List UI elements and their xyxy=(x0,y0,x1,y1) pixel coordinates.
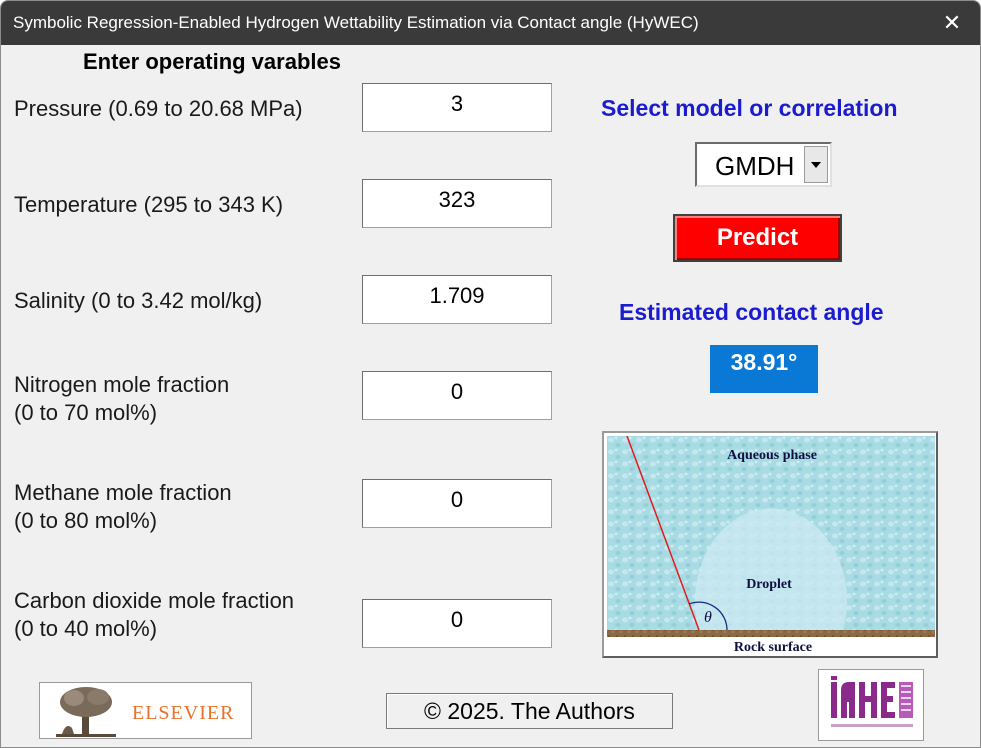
elsevier-logo: ELSEVIER xyxy=(39,682,252,739)
nitrogen-label: Nitrogen mole fraction (0 to 70 mol%) xyxy=(14,371,229,427)
methane-label-line2: (0 to 80 mol%) xyxy=(14,508,158,533)
co2-label-line1: Carbon dioxide mole fraction xyxy=(14,588,295,613)
model-heading: Select model or correlation xyxy=(601,95,898,121)
temperature-input[interactable] xyxy=(362,179,552,228)
model-select-value: GMDH xyxy=(715,151,795,181)
app-window: Symbolic Regression-Enabled Hydrogen Wet… xyxy=(0,0,981,748)
temperature-label: Temperature (295 to 343 K) xyxy=(14,192,284,217)
inputs-header: Enter operating varables xyxy=(83,49,341,74)
theta-label: θ xyxy=(704,609,712,626)
rock-surface-label: Rock surface xyxy=(734,640,812,655)
droplet-label: Droplet xyxy=(746,577,792,592)
predict-button[interactable]: Predict xyxy=(673,214,842,262)
methane-label: Methane mole fraction (0 to 80 mol%) xyxy=(14,479,232,535)
result-heading: Estimated contact angle xyxy=(619,299,884,325)
nitrogen-label-line2: (0 to 70 mol%) xyxy=(14,400,158,425)
salinity-input[interactable] xyxy=(362,275,552,324)
iahe-logo xyxy=(818,669,924,741)
close-icon: ✕ xyxy=(942,10,962,35)
window-title: Symbolic Regression-Enabled Hydrogen Wet… xyxy=(13,13,699,32)
co2-label-line2: (0 to 40 mol%) xyxy=(14,616,158,641)
title-bar: Symbolic Regression-Enabled Hydrogen Wet… xyxy=(1,1,980,45)
iahe-logo-mark xyxy=(829,676,915,727)
contact-angle-result: 38.91° xyxy=(710,345,818,393)
rock-layer xyxy=(607,630,935,637)
contact-angle-diagram: Aqueous phase Droplet θ Rock surface xyxy=(602,431,938,658)
chevron-down-icon xyxy=(811,161,821,168)
methane-label-line1: Methane mole fraction xyxy=(14,480,232,505)
elsevier-tree-icon xyxy=(56,687,116,737)
co2-input[interactable] xyxy=(362,599,552,648)
co2-label: Carbon dioxide mole fraction (0 to 40 mo… xyxy=(14,587,294,643)
model-select-dropdown-button[interactable] xyxy=(804,146,828,183)
nitrogen-label-line1: Nitrogen mole fraction xyxy=(14,372,230,397)
close-button[interactable]: ✕ xyxy=(924,1,980,45)
copyright-notice: © 2025. The Authors xyxy=(386,693,673,729)
nitrogen-input[interactable] xyxy=(362,371,552,420)
methane-input[interactable] xyxy=(362,479,552,528)
diagram-canvas: Aqueous phase Droplet θ Rock surface xyxy=(607,436,935,655)
aqueous-phase-label: Aqueous phase xyxy=(727,448,817,463)
elsevier-wordmark: ELSEVIER xyxy=(132,702,235,724)
pressure-input[interactable] xyxy=(362,83,552,132)
model-select[interactable]: GMDH xyxy=(695,142,832,187)
salinity-label: Salinity (0 to 3.42 mol/kg) xyxy=(14,288,263,313)
pressure-label: Pressure (0.69 to 20.68 MPa) xyxy=(14,96,303,121)
